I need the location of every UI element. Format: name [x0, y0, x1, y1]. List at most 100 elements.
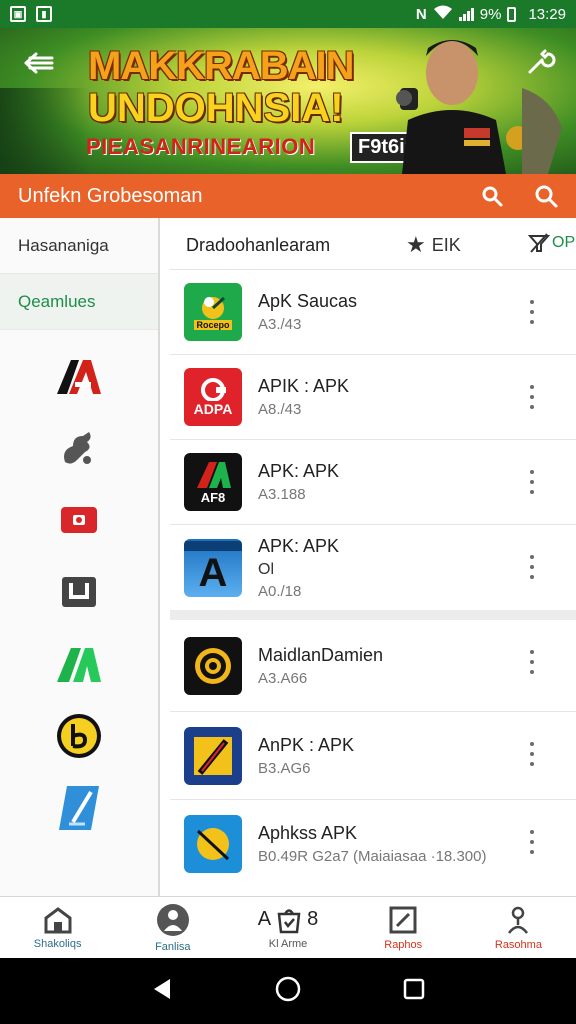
- app-icon: [184, 726, 242, 785]
- home-button-icon[interactable]: [275, 976, 301, 1007]
- app-name: AnPK : APK: [258, 734, 355, 755]
- edit-icon: [389, 906, 417, 933]
- a-logo-icon[interactable]: [53, 350, 105, 402]
- app-version: A3./43: [258, 316, 302, 333]
- battery-icon: [507, 6, 517, 22]
- wrench-icon[interactable]: [524, 46, 556, 78]
- more-vert-icon[interactable]: [530, 742, 536, 766]
- person-icon: [508, 906, 529, 934]
- more-vert-icon[interactable]: [530, 555, 536, 579]
- sidebar-item-0[interactable]: Hasananiga: [0, 218, 158, 274]
- app-row[interactable]: Rocepo ApK Saucas A3./43: [170, 270, 576, 355]
- app-version: A0./18: [258, 582, 302, 600]
- app-name: APK: APK: [258, 535, 340, 556]
- search-icon-2[interactable]: [534, 184, 558, 208]
- app-row[interactable]: A APK: APK Ol A0./18: [170, 525, 576, 620]
- filter-button[interactable]: OP: [528, 232, 575, 254]
- filter-icon: [528, 233, 550, 253]
- shop-notification-icon: ▮: [36, 6, 52, 22]
- app-icon: ADPA: [184, 368, 242, 426]
- banner-title-line-1: MAKKRABAIN: [88, 44, 355, 88]
- image-notification-icon: ▣: [10, 6, 26, 22]
- app-row[interactable]: ADPA APIK : APK A8./43: [170, 355, 576, 440]
- app-name: APK: APK: [258, 461, 340, 481]
- featured-count: 8: [307, 908, 319, 930]
- status-bar: ▣ ▮ N 9% 13:29: [0, 0, 576, 28]
- app-icon: A: [184, 538, 242, 597]
- app-version: B3.AG6: [258, 759, 311, 777]
- toolbar-title: Unfekn Grobesoman: [18, 184, 203, 207]
- nav-home-label: Shakoliqs: [33, 937, 82, 950]
- more-vert-icon[interactable]: [530, 830, 536, 854]
- rating-sort[interactable]: ★ EIK: [406, 232, 461, 258]
- app-row[interactable]: MaidlanDamien A3.A66: [170, 620, 576, 712]
- system-navigation-bar: [0, 958, 576, 1024]
- battery-text: 9%: [479, 5, 502, 23]
- app-name: MaidlanDamien: [258, 644, 384, 665]
- sidebar-item-1[interactable]: Qeamlues: [0, 274, 158, 330]
- app-row[interactable]: AF8 APK: APK A3.188: [170, 440, 576, 525]
- app-extra: Ol: [258, 560, 274, 578]
- rating-label: EIK: [431, 234, 461, 255]
- nav-account-label: Rasohma: [494, 938, 542, 951]
- b-circle-icon[interactable]: [53, 710, 105, 762]
- app-version: A8./43: [258, 401, 302, 418]
- nav-featured-label: Kl Arme: [268, 937, 308, 950]
- app-version: A3.188: [258, 486, 306, 503]
- nfc-icon: N: [415, 5, 427, 23]
- nav-edit[interactable]: Raphos: [346, 897, 461, 958]
- app-list: Rocepo ApK Saucas A3./43 ADPA APIK : APK…: [170, 270, 576, 888]
- more-vert-icon[interactable]: [530, 650, 536, 674]
- signal-icon: [458, 7, 474, 21]
- app-name: ApK Saucas: [258, 291, 358, 311]
- square-icon[interactable]: [53, 566, 105, 618]
- nav-featured[interactable]: A 8 Kl Arme: [230, 897, 345, 958]
- list-header-title: Dradoohanlearam: [186, 235, 331, 255]
- nav-edit-label: Raphos: [384, 938, 423, 951]
- star-icon: ★: [406, 232, 426, 257]
- bag-check-icon: [277, 908, 301, 933]
- banner-shadow: [0, 88, 90, 174]
- app-icon-text: ADPA: [193, 401, 233, 417]
- app-version: B0.49R G2a7 (Maiaiasaa ·18.300): [258, 848, 487, 865]
- green-a-icon[interactable]: [53, 638, 105, 690]
- search-icon[interactable]: [480, 184, 504, 208]
- app-name: Aphkss APK: [258, 823, 358, 843]
- promo-banner[interactable]: MAKKRABAIN UNDOHNSIA! PIEASANRINEARION F…: [0, 28, 576, 174]
- app-icon: AF8: [184, 453, 242, 511]
- app-icon-text: Rocepo: [194, 320, 232, 330]
- app-icon: [184, 815, 242, 873]
- home-icon: [44, 906, 72, 933]
- banner-title-line-2: UNDOHNSIA!: [88, 86, 344, 130]
- more-vert-icon[interactable]: [530, 300, 536, 324]
- app-icon-text: A: [198, 550, 228, 595]
- puzzle-icon[interactable]: [53, 422, 105, 474]
- app-icon-text: AF8: [200, 489, 226, 505]
- app-row[interactable]: AnPK : APK B3.AG6: [170, 712, 576, 800]
- section-toolbar: Unfekn Grobesoman: [0, 174, 576, 218]
- app-name: APIK : APK: [258, 376, 350, 396]
- app-version: A3.A66: [258, 669, 308, 687]
- clock: 13:29: [528, 5, 566, 23]
- profile-icon: [156, 903, 189, 936]
- youtube-icon[interactable]: [53, 494, 105, 546]
- more-vert-icon[interactable]: [530, 385, 536, 409]
- blue-tile-icon[interactable]: [53, 782, 105, 834]
- recents-icon[interactable]: [402, 977, 426, 1006]
- app-icon: [184, 636, 242, 695]
- back-arrow-icon[interactable]: [22, 48, 56, 78]
- nav-home[interactable]: Shakoliqs: [0, 897, 115, 958]
- nav-profile-label: Fanlisa: [155, 940, 191, 953]
- featured-text: A: [257, 908, 272, 930]
- more-vert-icon[interactable]: [530, 470, 536, 494]
- nav-account[interactable]: Rasohma: [461, 897, 576, 958]
- nav-profile[interactable]: Fanlisa: [115, 897, 230, 958]
- list-header: Dradoohanlearam ★ EIK OP: [170, 222, 576, 270]
- back-icon[interactable]: [150, 977, 174, 1006]
- banner-title-line-3: PIEASANRINEARION: [86, 134, 316, 159]
- bottom-navigation: Shakoliqs Fanlisa A 8 Kl Arme Raphos Ras…: [0, 896, 576, 958]
- category-sidebar: Hasananiga Qeamlues: [0, 218, 160, 896]
- app-row[interactable]: Aphkss APK B0.49R G2a7 (Maiaiasaa ·18.30…: [170, 800, 576, 888]
- filter-label: OP: [552, 234, 576, 251]
- wifi-icon: [433, 4, 453, 24]
